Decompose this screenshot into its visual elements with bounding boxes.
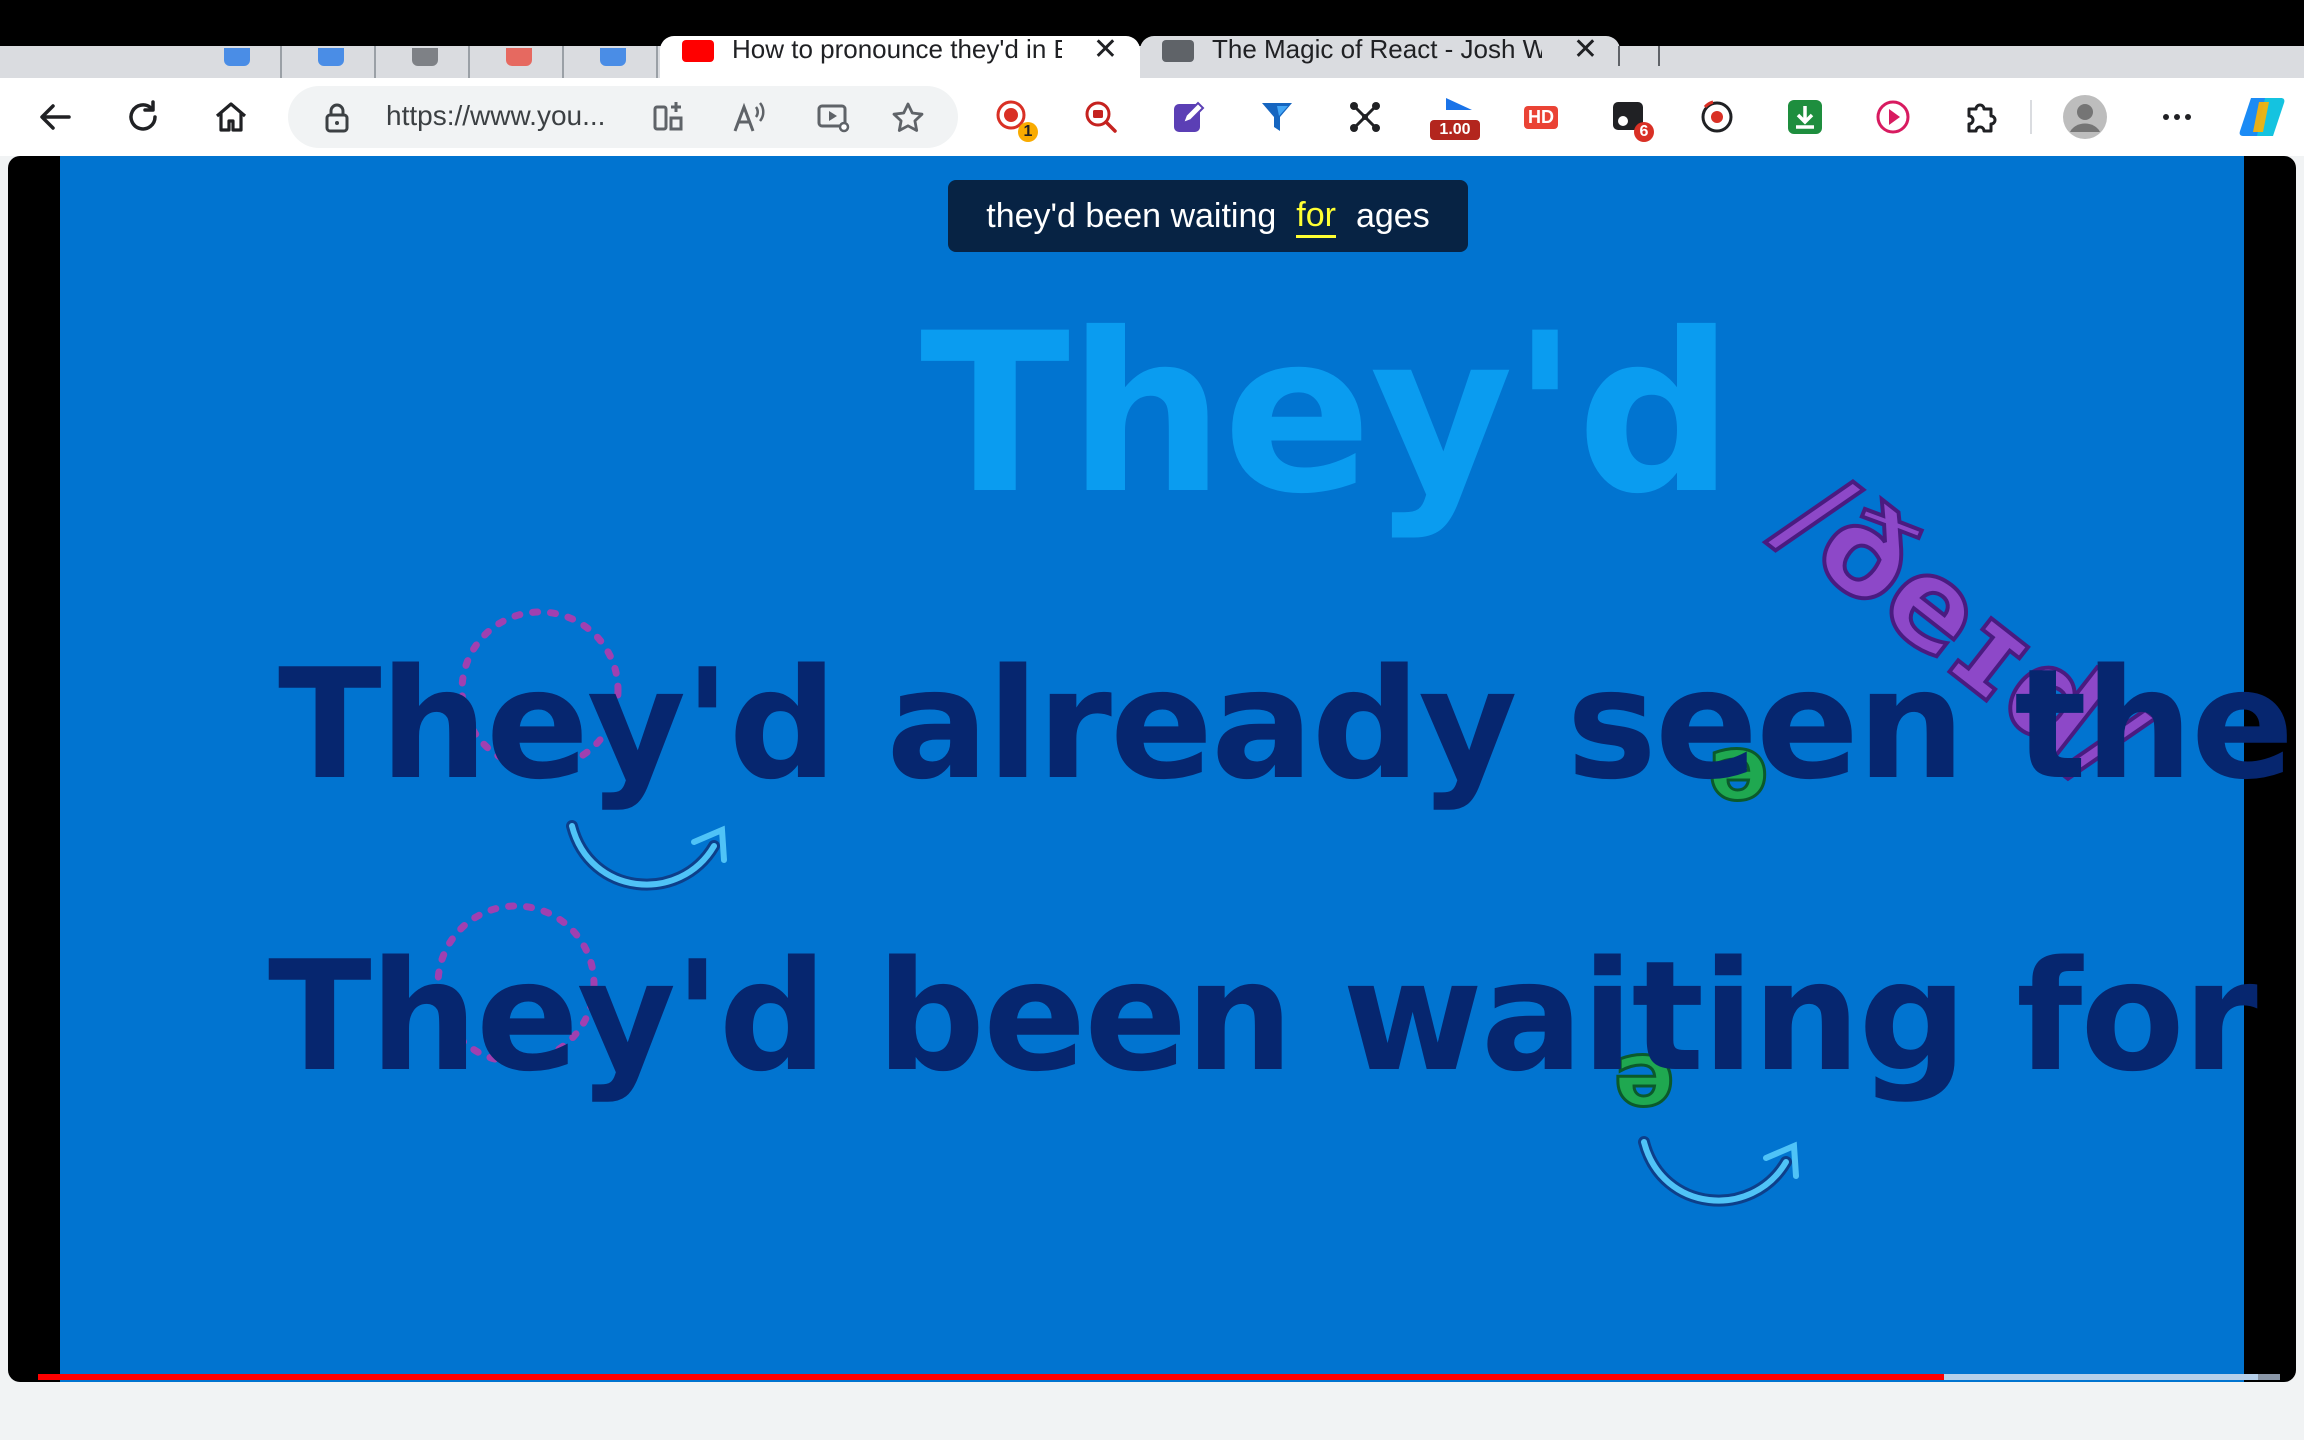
close-icon[interactable]: ✕ (1093, 36, 1118, 67)
example-sentence-2: They'd been waiting for ages. (268, 928, 2296, 1105)
address-bar[interactable]: https://www.you... (288, 86, 958, 148)
pinned-tab-icon-3 (412, 48, 438, 66)
play-circle-icon (1876, 100, 1910, 134)
link-arrow-2 (1638, 1136, 1799, 1207)
extension-nodes[interactable] (1340, 92, 1390, 142)
funnel-icon (1262, 103, 1292, 131)
more-horizontal-icon (2163, 114, 2191, 120)
toolbar-separator (2030, 100, 2032, 134)
edit-note-icon (1174, 101, 1205, 132)
pinned-tab-4[interactable] (472, 46, 564, 78)
extension-video-player[interactable] (1868, 92, 1918, 142)
playback-speed-icon (1446, 98, 1472, 110)
pinned-tab-1[interactable] (190, 46, 282, 78)
tab-strip: How to pronounce they'd in En ✕ The Magi… (0, 0, 2304, 78)
extensions-button[interactable] (1956, 92, 2006, 142)
split-screen-icon[interactable] (646, 96, 690, 140)
extension-notes[interactable] (1164, 92, 1214, 142)
example-sentence-1: They'd already seen the film. (278, 636, 2296, 813)
tab-magic-of-react[interactable]: The Magic of React - Josh W C ✕ (1140, 36, 1620, 78)
pinned-tab-2[interactable] (284, 46, 376, 78)
lock-icon[interactable] (322, 102, 352, 139)
pinned-tab-3[interactable] (378, 46, 470, 78)
progress-buffered (1943, 1374, 2258, 1380)
progress-played (38, 1374, 1944, 1380)
favorite-star-icon[interactable] (886, 96, 930, 140)
copilot-icon (2239, 98, 2285, 136)
youtube-icon (682, 40, 714, 62)
settings-menu-button[interactable] (2152, 92, 2202, 142)
tab-youtube[interactable]: How to pronounce they'd in En ✕ (660, 36, 1140, 78)
back-button[interactable] (28, 90, 82, 144)
video-frame[interactable]: They'd /ðeɪd/ ə ə They'd already seen th… (60, 156, 2296, 1382)
generic-page-icon (1162, 40, 1194, 62)
profile-button[interactable] (2058, 92, 2112, 142)
home-button[interactable] (204, 90, 258, 144)
caption-text-before: they'd been waiting (986, 196, 1277, 235)
extension-playback-rate[interactable]: 1.00 (1430, 92, 1490, 142)
puzzle-icon (1967, 103, 1997, 133)
extension-screen-search[interactable] (1076, 92, 1126, 142)
extension-screen-capture[interactable] (1692, 92, 1742, 142)
download-icon (1788, 100, 1822, 134)
video-search-icon[interactable] (812, 96, 856, 140)
caption-text-after: ages (1355, 196, 1430, 235)
extension-badge: 1 (1018, 122, 1038, 142)
reload-icon (129, 100, 157, 131)
network-icon (1350, 102, 1380, 132)
magnifier-icon (1085, 101, 1117, 133)
camera-icon (1701, 100, 1733, 133)
url-text[interactable]: https://www.you... (386, 100, 605, 132)
back-arrow-icon (40, 104, 71, 130)
tab-separator (1618, 46, 1620, 66)
extension-hd[interactable]: HD (1516, 92, 1566, 142)
avatar-icon (2063, 95, 2107, 139)
extension-downloader[interactable] (1780, 92, 1830, 142)
playback-rate-label: 1.00 (1430, 120, 1480, 140)
pinned-tab-icon-5 (600, 48, 626, 66)
pinned-tab-icon-1 (224, 48, 250, 66)
browser-toolbar: https://www.you... 1 1.00 HD 6 (0, 78, 2304, 156)
tab-title: The Magic of React - Josh W C (1212, 36, 1542, 64)
pinned-tab-5[interactable] (566, 46, 658, 78)
extension-tab-manager[interactable]: 6 (1604, 92, 1654, 142)
home-icon (215, 102, 247, 132)
title-word: They'd (920, 286, 1734, 542)
extension-badge: 6 (1634, 122, 1654, 142)
caption-highlighted-word: for (1296, 195, 1336, 238)
tab-title: How to pronounce they'd in En (732, 36, 1062, 64)
copilot-button[interactable] (2234, 92, 2290, 142)
page-content: They'd /ðeɪd/ ə ə They'd already seen th… (0, 156, 2304, 1440)
extension-filter[interactable] (1252, 92, 1302, 142)
read-aloud-icon[interactable] (728, 96, 772, 140)
hd-label: HD (1524, 105, 1558, 129)
extension-recorder[interactable]: 1 (988, 92, 1038, 142)
video-player[interactable]: They'd /ðeɪd/ ə ə They'd already seen th… (8, 156, 2296, 1382)
caption-box: they'd been waiting for ages (948, 180, 1468, 252)
reload-button[interactable] (116, 90, 170, 144)
link-arrow-1 (566, 820, 727, 891)
pinned-tab-icon-4 (506, 48, 532, 66)
video-progress-bar[interactable] (38, 1374, 2280, 1380)
new-tab-handle[interactable] (1658, 46, 1660, 66)
pinned-tab-icon-2 (318, 48, 344, 66)
close-icon[interactable]: ✕ (1573, 36, 1598, 67)
